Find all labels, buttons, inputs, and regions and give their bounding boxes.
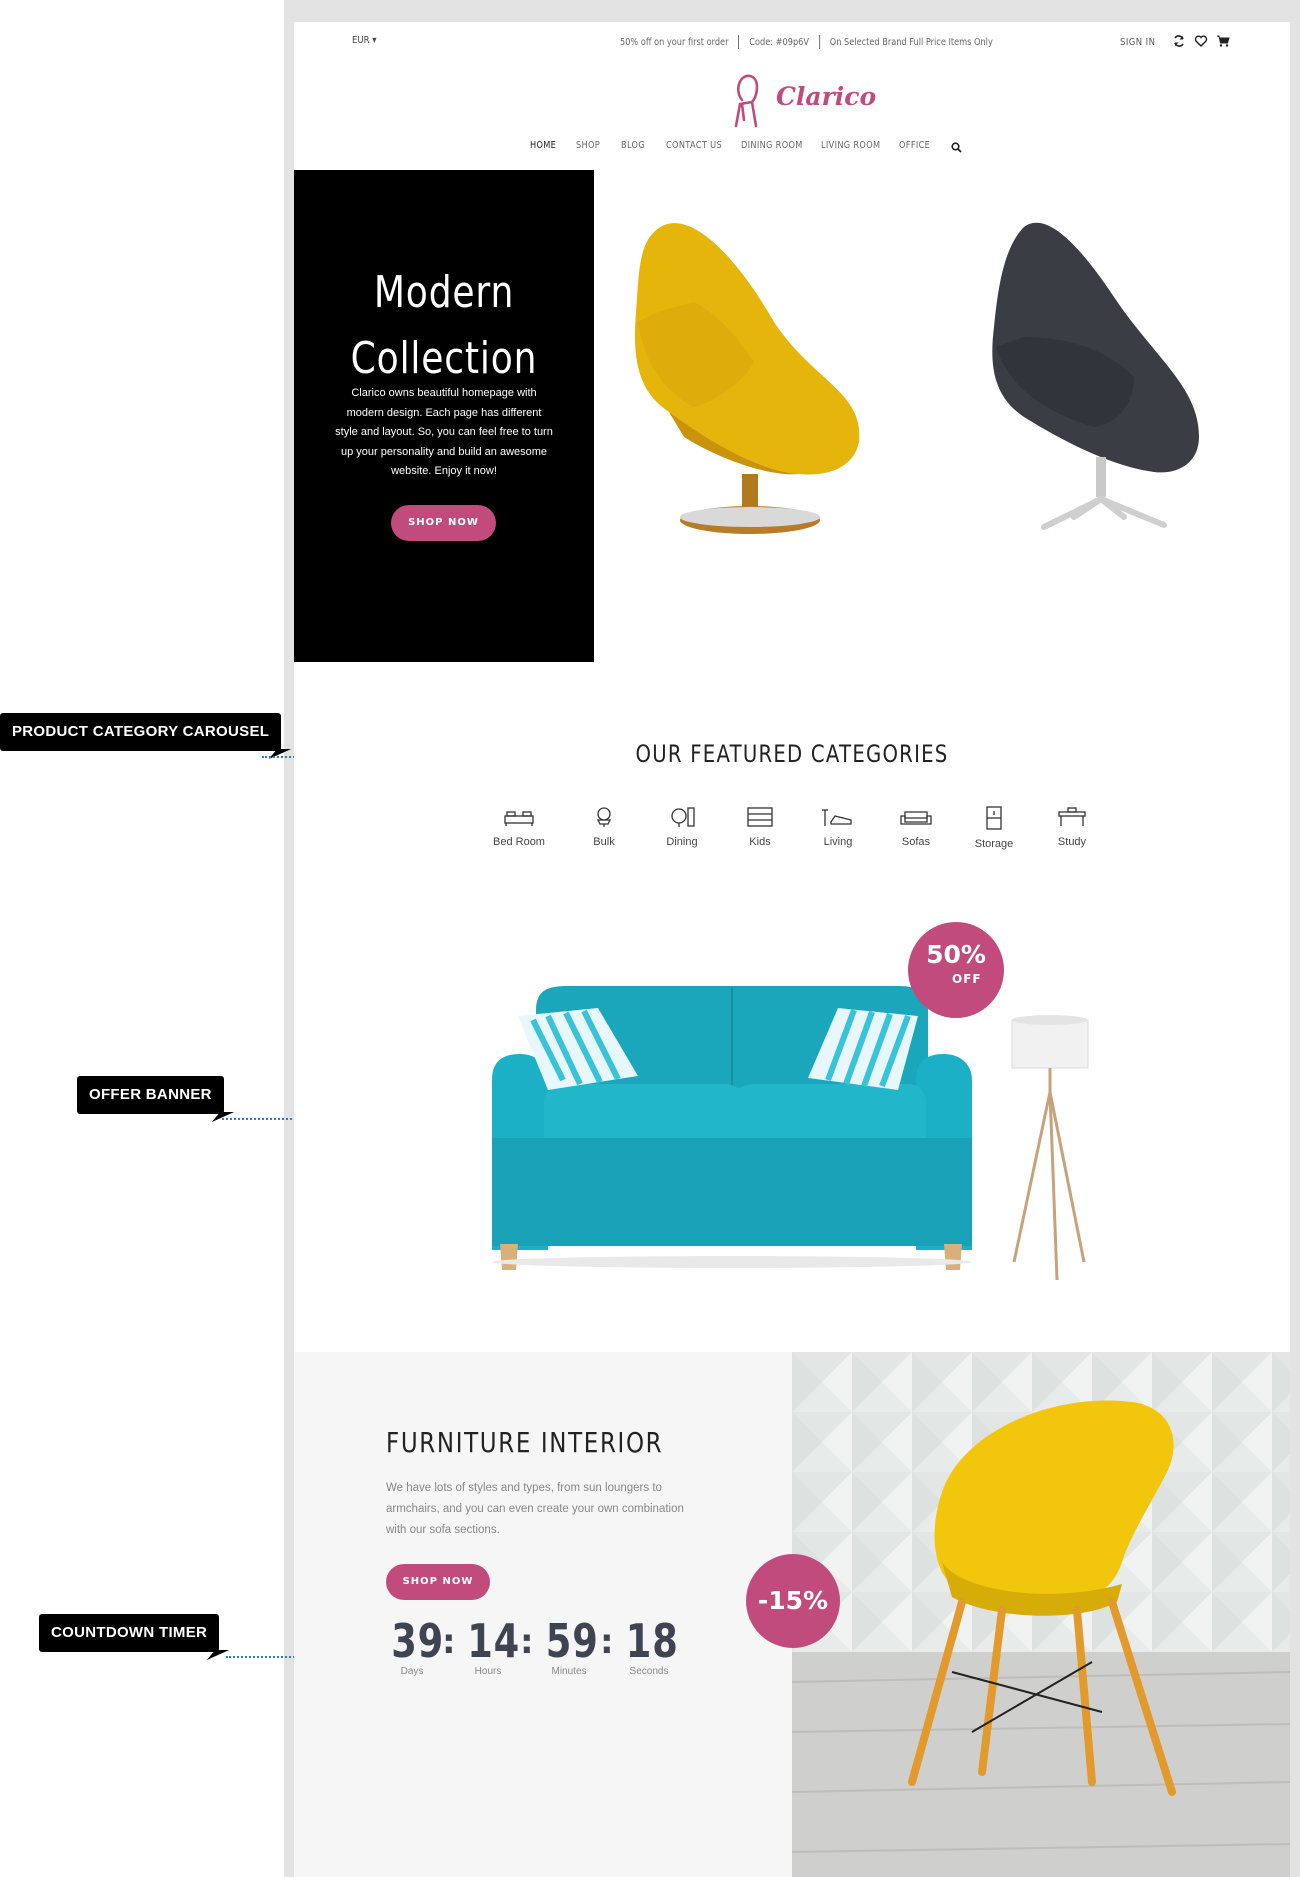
nav-home[interactable]: HOME: [530, 140, 556, 151]
teal-sofa-image: [492, 986, 972, 1270]
timer-separator: :: [520, 1622, 534, 1662]
currency-selector[interactable]: EUR ▾: [352, 35, 376, 46]
desk-icon: [1058, 807, 1086, 826]
sign-in-link[interactable]: SIGN IN: [1120, 37, 1155, 48]
currency-label: EUR: [352, 35, 370, 46]
nav-shop[interactable]: SHOP: [576, 140, 600, 151]
promo-text-terms: On Selected Brand Full Price Items Only: [829, 37, 993, 48]
category-label: Bulk: [593, 836, 615, 848]
hero-description: Clarico owns beautiful homepage with mod…: [335, 387, 553, 478]
nav-dining-room[interactable]: DINING ROOM: [741, 140, 803, 151]
heart-icon[interactable]: [1194, 34, 1208, 48]
top-bar: EUR ▾ 50% off on your first order Code: …: [294, 22, 1290, 62]
floor-lamp-image: [1011, 1015, 1089, 1281]
interior-shop-now-button[interactable]: SHOP NOW: [386, 1564, 490, 1600]
nav-blog[interactable]: BLOG: [621, 140, 645, 151]
nav-office[interactable]: OFFICE: [899, 140, 930, 151]
bed-icon: [504, 811, 534, 826]
timer-hours-value: 14: [467, 1614, 521, 1668]
hero-title-line-1: Modern: [373, 267, 515, 318]
timer-days-value: 39: [391, 1614, 445, 1668]
offer-discount-badge: 50% OFF: [908, 922, 1004, 1018]
search-icon[interactable]: [951, 142, 962, 153]
offer-percent: 50%: [926, 940, 986, 969]
callout-product-category-carousel: PRODUCT CATEGORY CAROUSEL: [0, 713, 282, 751]
featured-categories-title: OUR FEATURED CATEGORIES: [635, 740, 949, 768]
interior-description: We have lots of styles and types, from s…: [386, 1482, 684, 1536]
lounge-icon: [822, 809, 852, 826]
callout-countdown-timer: COUNTDOWN TIMER: [39, 1614, 220, 1652]
main-nav: HOME SHOP BLOG CONTACT US DINING ROOM LI…: [294, 140, 1290, 160]
yellow-chair-image: [634, 223, 860, 534]
cart-icon[interactable]: [1216, 34, 1230, 48]
black-chair-image: [992, 222, 1199, 530]
caret-down-icon: ▾: [372, 35, 377, 46]
callout-offer-banner: OFFER BANNER: [77, 1076, 224, 1114]
store-page: EUR ▾ 50% off on your first order Code: …: [294, 22, 1290, 1877]
logo-text: Clarico: [776, 82, 877, 111]
category-kids[interactable]: Kids: [725, 806, 795, 848]
timer-separator: :: [600, 1622, 614, 1662]
category-label: Bed Room: [493, 836, 545, 848]
category-label: Kids: [749, 836, 771, 848]
site-logo[interactable]: Clarico: [730, 70, 876, 130]
promo-text-code: Code: #09p6V: [749, 37, 809, 48]
offer-off-label: OFF: [952, 972, 982, 986]
hero-panel: Modern Collection Clarico owns beautiful…: [294, 170, 594, 662]
category-bulk[interactable]: Bulk: [569, 806, 639, 848]
category-label: Sofas: [901, 836, 931, 848]
category-dining[interactable]: Dining: [647, 806, 717, 848]
timer-hours: 14 Hours: [462, 1614, 521, 1677]
timer-seconds-value: 18: [625, 1614, 679, 1668]
armchair-icon: [596, 807, 612, 827]
category-living[interactable]: Living: [803, 806, 873, 848]
promo-divider: [818, 35, 820, 49]
category-bed-room[interactable]: Bed Room: [484, 806, 554, 848]
interior-discount-badge: -15%: [746, 1554, 840, 1648]
hero-title-line-2: Collection: [350, 333, 538, 384]
category-label: Storage: [974, 838, 1014, 850]
timer-separator: :: [442, 1622, 456, 1662]
category-label: Dining: [666, 836, 698, 848]
timer-minutes: 59 Minutes: [540, 1614, 598, 1677]
category-study[interactable]: Study: [1037, 806, 1107, 848]
nav-living-room[interactable]: LIVING ROOM: [821, 140, 880, 151]
promo-divider: [738, 35, 740, 49]
cabinet-icon: [986, 806, 1002, 830]
category-storage[interactable]: Storage: [959, 806, 1029, 850]
nav-contact-us[interactable]: CONTACT US: [666, 140, 722, 151]
category-label: Living: [823, 836, 853, 848]
promo-text-offer: 50% off on your first order: [620, 37, 729, 48]
chair-logo-icon: [734, 74, 759, 128]
dining-icon: [671, 807, 695, 827]
sofa-icon: [900, 811, 932, 825]
hero-title: Modern Collection: [321, 260, 567, 392]
promo-bar: 50% off on your first order Code: #09p6V…: [620, 35, 993, 49]
category-sofas[interactable]: Sofas: [881, 806, 951, 848]
timer-days: 39 Days: [386, 1614, 445, 1677]
timer-seconds: 18 Seconds: [620, 1614, 678, 1677]
interior-title: FURNITURE INTERIOR: [386, 1426, 664, 1459]
interior-photo: [792, 1352, 1290, 1877]
timer-minutes-value: 59: [545, 1614, 599, 1668]
furniture-interior-section: FURNITURE INTERIOR We have lots of style…: [294, 1352, 1290, 1877]
refresh-icon[interactable]: [1172, 34, 1186, 48]
hero-shop-now-button[interactable]: SHOP NOW: [391, 505, 496, 541]
yellow-chair-room-image: [792, 1352, 1290, 1877]
category-label: Study: [1057, 836, 1087, 848]
crib-icon: [747, 807, 773, 827]
